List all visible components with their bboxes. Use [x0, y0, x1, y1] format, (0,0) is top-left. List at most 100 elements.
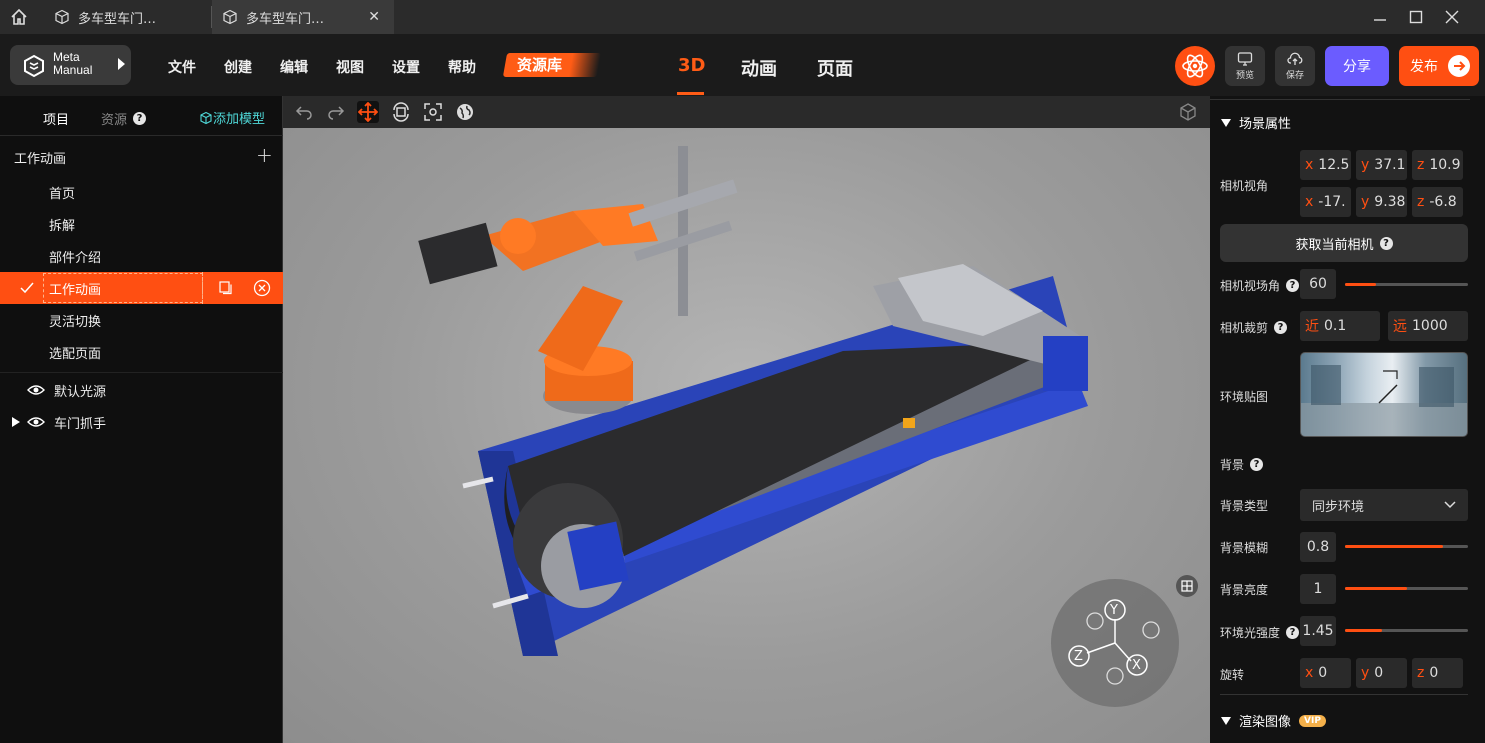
tab-document-2[interactable]: 多车型车门… ✕	[212, 0, 394, 34]
page-item[interactable]: 部件介绍	[0, 240, 283, 272]
help-icon[interactable]: ?	[133, 112, 147, 125]
redo-icon[interactable]	[325, 101, 347, 123]
env-light-slider-fill	[1345, 629, 1382, 632]
page-item[interactable]: 拆解	[0, 208, 283, 240]
help-icon[interactable]: ?	[1379, 236, 1393, 250]
logo-text-line2: Manual	[53, 63, 93, 77]
add-page-icon[interactable]: +	[256, 143, 273, 167]
tab-project[interactable]: 项目	[43, 109, 69, 128]
camera-pos-y-field[interactable]: y 37.1	[1356, 150, 1407, 180]
page-item-label: 选配页面	[49, 346, 102, 362]
undo-icon[interactable]	[293, 101, 315, 123]
bg-brightness-slider[interactable]	[1345, 587, 1468, 590]
fov-input[interactable]: 60	[1300, 269, 1336, 299]
fit-view-icon[interactable]	[422, 101, 444, 123]
tab-document-1[interactable]: 多车型车门…	[44, 0, 211, 34]
section-render-image[interactable]: 渲染图像 VIP	[1221, 711, 1326, 730]
expand-triangle-icon[interactable]	[11, 416, 21, 428]
scene-item-light[interactable]: 默认光源	[0, 374, 283, 406]
page-item[interactable]: 首页	[0, 176, 283, 208]
axis-gizmo[interactable]: Y Z X	[1051, 579, 1179, 707]
env-map-thumbnail[interactable]	[1300, 352, 1468, 437]
bg-brightness-input[interactable]: 1	[1300, 574, 1336, 604]
near-clip-field[interactable]: 近 0.1	[1300, 311, 1380, 341]
rotation-z-field[interactable]: z0	[1412, 658, 1463, 688]
bg-type-select[interactable]: 同步环境	[1300, 489, 1468, 521]
globe-icon[interactable]	[454, 101, 476, 123]
rotation-x-field[interactable]: x0	[1300, 658, 1351, 688]
camera-target-x-field[interactable]: x -17.	[1300, 187, 1351, 217]
get-current-camera-button[interactable]: 获取当前相机 ?	[1220, 224, 1468, 262]
close-window-button[interactable]	[1434, 0, 1470, 34]
cube-icon	[55, 9, 69, 25]
home-icon[interactable]	[0, 0, 38, 34]
mode-3d[interactable]: 3D	[678, 55, 705, 76]
fov-slider[interactable]	[1345, 283, 1468, 286]
mode-animation[interactable]: 动画	[741, 55, 777, 81]
add-model-button[interactable]: 添加模型	[199, 108, 265, 127]
page-item-selected[interactable]: 工作动画	[0, 272, 283, 304]
camera-pos-x-field[interactable]: x 12.5	[1300, 150, 1351, 180]
rotate-view-icon[interactable]	[390, 101, 412, 123]
atom-icon[interactable]	[1175, 46, 1215, 86]
env-light-label: 环境光强度?	[1220, 624, 1300, 641]
move-tool-icon[interactable]	[357, 101, 379, 123]
axis-y-label: y	[1361, 157, 1370, 173]
camera-pos-z-field[interactable]: z 10.9	[1412, 150, 1463, 180]
help-icon[interactable]: ?	[1286, 279, 1300, 292]
help-icon[interactable]: ?	[1286, 626, 1300, 639]
eye-icon[interactable]	[27, 416, 45, 428]
rotation-y-field[interactable]: y0	[1356, 658, 1407, 688]
add-model-label: 添加模型	[213, 112, 266, 127]
page-item[interactable]: 选配页面	[0, 336, 283, 368]
tab-resources-label: 资源	[101, 113, 128, 128]
menu-file[interactable]: 文件	[168, 57, 196, 77]
eye-icon[interactable]	[27, 384, 45, 396]
preview-label: 预览	[1235, 70, 1254, 81]
delete-icon[interactable]	[253, 279, 271, 297]
rename-box[interactable]	[43, 273, 203, 303]
camera-target-y-field[interactable]: y 9.38	[1356, 187, 1407, 217]
menu-settings[interactable]: 设置	[392, 57, 420, 77]
publish-button[interactable]: 发布	[1399, 46, 1479, 86]
vip-badge: VIP	[1299, 714, 1326, 727]
camera-target-x-value: -17.	[1318, 194, 1346, 210]
section-title: 场景属性	[1239, 117, 1292, 132]
expand-arrow-icon	[118, 58, 125, 70]
preview-button[interactable]: 预览	[1225, 46, 1265, 86]
menu-edit[interactable]: 编辑	[280, 57, 308, 77]
save-button[interactable]: 保存	[1275, 46, 1315, 86]
menu-view[interactable]: 视图	[336, 57, 364, 77]
close-tab-icon[interactable]: ✕	[368, 9, 380, 25]
env-light-input[interactable]: 1.45	[1300, 616, 1336, 646]
cube-view-icon[interactable]	[1177, 101, 1199, 123]
bg-blur-slider[interactable]	[1345, 545, 1468, 548]
help-icon[interactable]: ?	[1274, 321, 1288, 334]
mode-page[interactable]: 页面	[817, 55, 853, 81]
tab-resources[interactable]: 资源 ?	[101, 109, 147, 128]
grid-toggle-icon[interactable]	[1176, 575, 1198, 597]
logo-mark-icon	[24, 54, 44, 78]
camera-target-y-value: 9.38	[1374, 194, 1406, 210]
env-light-slider[interactable]	[1345, 629, 1468, 632]
menu-help[interactable]: 帮助	[448, 57, 476, 77]
share-button[interactable]: 分享	[1325, 46, 1389, 86]
page-item[interactable]: 灵活切换	[0, 304, 283, 336]
help-icon[interactable]: ?	[1250, 458, 1264, 471]
far-clip-field[interactable]: 远 1000	[1388, 311, 1468, 341]
section-scene-properties[interactable]: 场景属性	[1221, 113, 1291, 132]
menu-create[interactable]: 创建	[224, 57, 252, 77]
divider	[0, 135, 283, 136]
scene-item-label: 默认光源	[54, 384, 107, 400]
bg-blur-input[interactable]: 0.8	[1300, 532, 1336, 562]
collapse-triangle-icon	[1221, 118, 1231, 127]
copy-icon[interactable]	[218, 280, 233, 295]
maximize-button[interactable]	[1398, 0, 1434, 34]
camera-pos-y-value: 37.1	[1374, 157, 1406, 173]
minimize-button[interactable]	[1362, 0, 1398, 34]
scene-item-gripper[interactable]: 车门抓手	[0, 406, 283, 438]
app-logo[interactable]: Meta Manual	[10, 45, 131, 85]
resource-library-button[interactable]: 资源库	[502, 53, 602, 77]
bg-blur-slider-fill	[1345, 545, 1444, 548]
camera-target-z-field[interactable]: z -6.8	[1412, 187, 1463, 217]
